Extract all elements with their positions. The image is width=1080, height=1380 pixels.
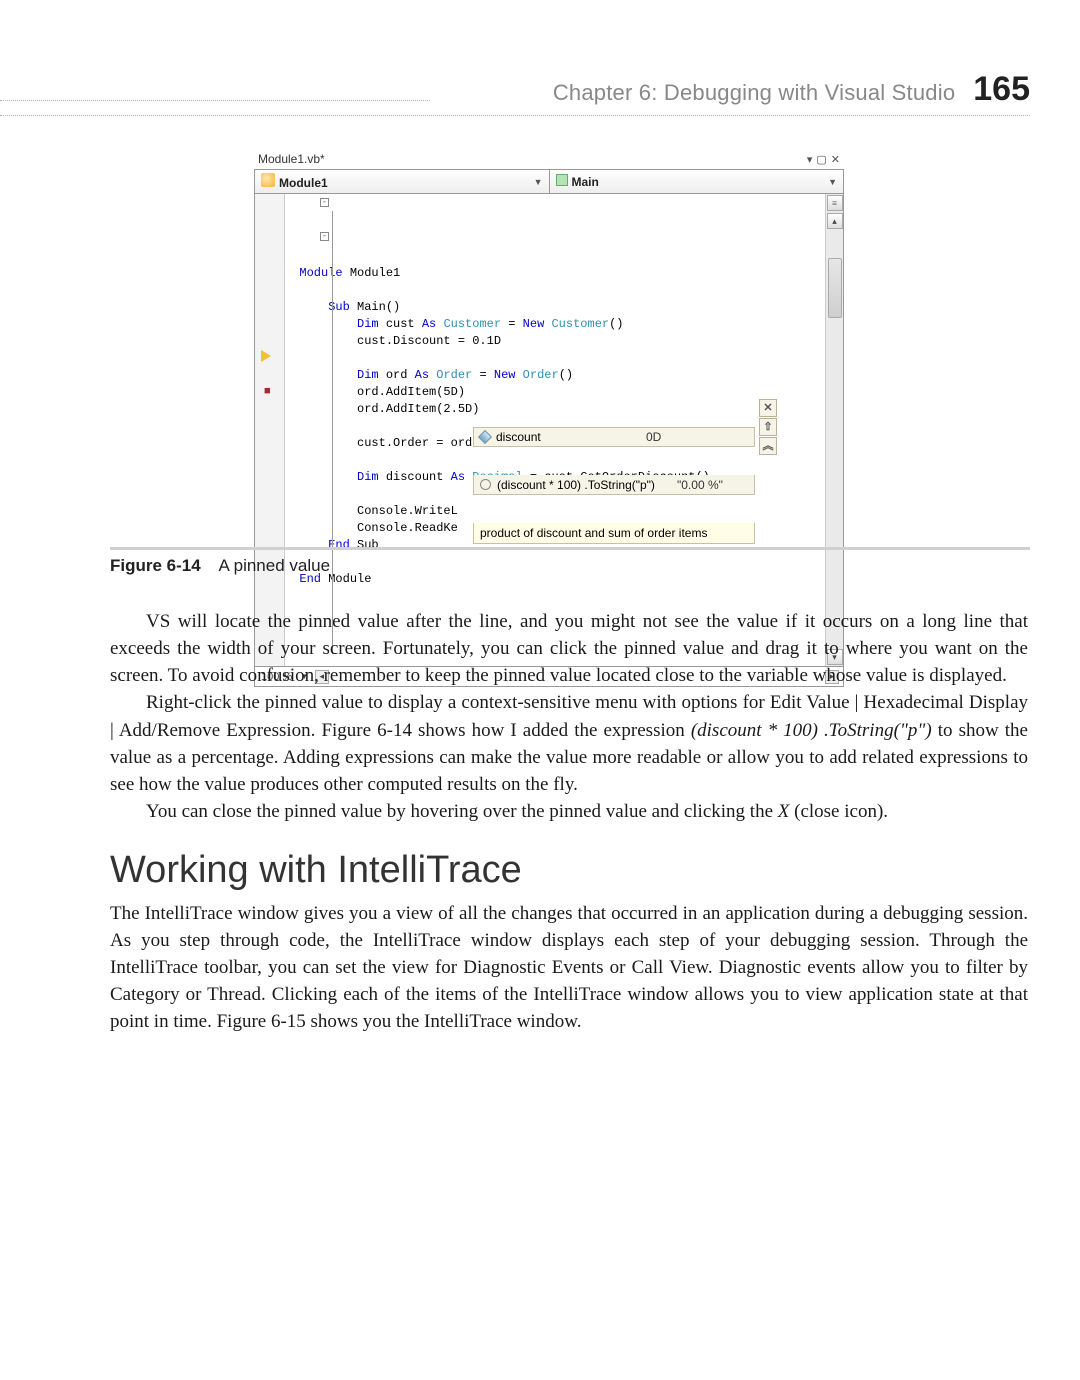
datatip-value: 0D (646, 430, 750, 444)
scope-combo[interactable]: Module1 ▼ (255, 170, 550, 193)
text-run: You can close the pinned value by hoveri… (146, 801, 778, 822)
tab-maximize-icon[interactable]: ▢ (816, 153, 826, 166)
vs-screenshot: Module1.vb* ▾ ▢ ✕ Module1 ▼ Main ▼ ◆ - -… (254, 150, 844, 687)
pinned-datatip[interactable]: discount 0D (discount * 100) .ToString("… (473, 399, 755, 586)
paragraph: You can close the pinned value by hoveri… (110, 798, 1028, 825)
execution-pointer-icon (261, 350, 271, 362)
page-number: 165 (973, 70, 1030, 109)
close-icon[interactable]: ✕ (759, 399, 777, 417)
split-handle-icon[interactable]: ≡ (827, 195, 843, 211)
scroll-thumb[interactable] (828, 258, 842, 318)
tracepoint-icon: ◆ (261, 385, 274, 398)
datatip-expression: (discount * 100) .ToString("p") (497, 478, 677, 492)
vertical-scrollbar[interactable]: ≡ ▴ ▾ (825, 194, 843, 666)
fold-toggle[interactable]: - (320, 232, 329, 241)
section-heading: Working with IntelliTrace (110, 843, 1028, 897)
member-combo[interactable]: Main ▼ (550, 170, 844, 193)
datatip-buttons: ✕ ⇧ ︽ (759, 399, 777, 455)
tab-title[interactable]: Module1.vb* (258, 152, 325, 166)
method-icon (556, 174, 568, 186)
scope-label: Module1 (279, 176, 328, 190)
code-area[interactable]: - - Module Module1 Sub Main() Dim cust A… (285, 194, 825, 666)
inline-emphasis: X (778, 801, 790, 822)
datatip-row[interactable]: (discount * 100) .ToString("p") "0.00 %" (473, 475, 755, 495)
tab-close-icon[interactable]: ✕ (831, 153, 840, 166)
body-text: VS will locate the pinned value after th… (110, 608, 1028, 1035)
inline-code: (discount * 100) .ToString("p") (691, 720, 932, 741)
field-icon (478, 430, 492, 444)
tab-dropdown-icon[interactable]: ▾ (807, 153, 813, 166)
collapse-icon[interactable]: ︽ (759, 437, 777, 455)
paragraph: Right-click the pinned value to display … (110, 689, 1028, 798)
code-editor[interactable]: ◆ - - Module Module1 Sub Main() Dim cust… (254, 194, 844, 667)
datatip-row[interactable]: discount 0D (473, 427, 755, 447)
figure-rule (110, 547, 1030, 550)
module-icon (261, 173, 275, 187)
navigation-bar: Module1 ▼ Main ▼ (254, 169, 844, 194)
document-tab: Module1.vb* ▾ ▢ ✕ (254, 150, 844, 169)
figure-title: A pinned value (219, 556, 331, 575)
page-header: Chapter 6: Debugging with Visual Studio … (0, 70, 1030, 116)
datatip-name: discount (496, 430, 646, 444)
fold-toggle[interactable]: - (320, 198, 329, 207)
outline-guide (332, 211, 333, 654)
figure-number: Figure 6-14 (110, 556, 201, 575)
unpin-icon[interactable]: ⇧ (759, 418, 777, 436)
datatip-comment: product of discount and sum of order ite… (473, 523, 755, 544)
member-label: Main (572, 175, 599, 189)
paragraph: VS will locate the pinned value after th… (110, 608, 1028, 689)
editor-gutter: ◆ (255, 194, 285, 666)
text-run: (close icon). (789, 801, 888, 822)
datatip-value: "0.00 %" (677, 478, 750, 492)
chevron-down-icon: ▼ (534, 177, 543, 187)
chevron-down-icon: ▼ (828, 177, 837, 187)
scroll-up-icon[interactable]: ▴ (827, 213, 843, 229)
figure-caption: Figure 6-14 A pinned value (110, 556, 330, 576)
refresh-icon[interactable] (480, 479, 491, 490)
chapter-label: Chapter 6: Debugging with Visual Studio (553, 80, 955, 106)
paragraph: The IntelliTrace window gives you a view… (110, 900, 1028, 1036)
